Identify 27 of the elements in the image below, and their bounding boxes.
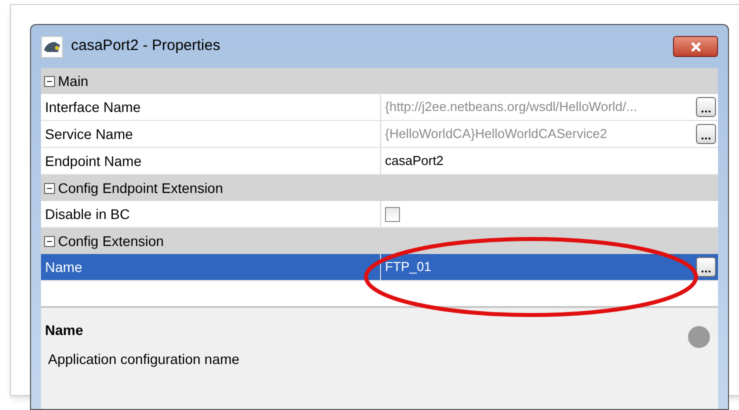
property-name: Endpoint Name xyxy=(45,152,142,171)
property-value[interactable]: FTP_01 xyxy=(385,257,432,277)
property-name: Name xyxy=(45,258,82,276)
description-text: Application configuration name xyxy=(47,350,240,369)
more-icon xyxy=(701,270,711,273)
property-name: Service Name xyxy=(45,124,133,144)
collapse-toggle[interactable] xyxy=(44,236,55,246)
property-row[interactable]: Disable in BC xyxy=(41,201,718,228)
property-name: Interface Name xyxy=(45,98,141,116)
close-icon xyxy=(690,42,702,52)
property-row[interactable]: Name FTP_01 xyxy=(41,254,718,281)
window-title: casaPort2 - Properties xyxy=(71,36,220,56)
collapse-toggle[interactable] xyxy=(44,76,55,86)
close-button[interactable] xyxy=(673,36,718,57)
ellipsis-button[interactable] xyxy=(696,257,716,277)
more-icon xyxy=(701,137,711,140)
section-header: Config Endpoint Extension xyxy=(58,178,223,198)
collapse-toggle[interactable] xyxy=(44,182,55,194)
property-name: Disable in BC xyxy=(45,204,130,224)
section-header: Main xyxy=(58,72,88,90)
checkbox[interactable] xyxy=(385,206,400,222)
property-row[interactable]: Endpoint Name casaPort2 xyxy=(41,148,718,175)
section-header: Config Extension xyxy=(58,232,164,251)
description-title: Name xyxy=(45,321,84,340)
property-value[interactable]: casaPort2 xyxy=(385,151,444,171)
more-icon xyxy=(701,110,711,113)
app-icon xyxy=(41,36,63,58)
